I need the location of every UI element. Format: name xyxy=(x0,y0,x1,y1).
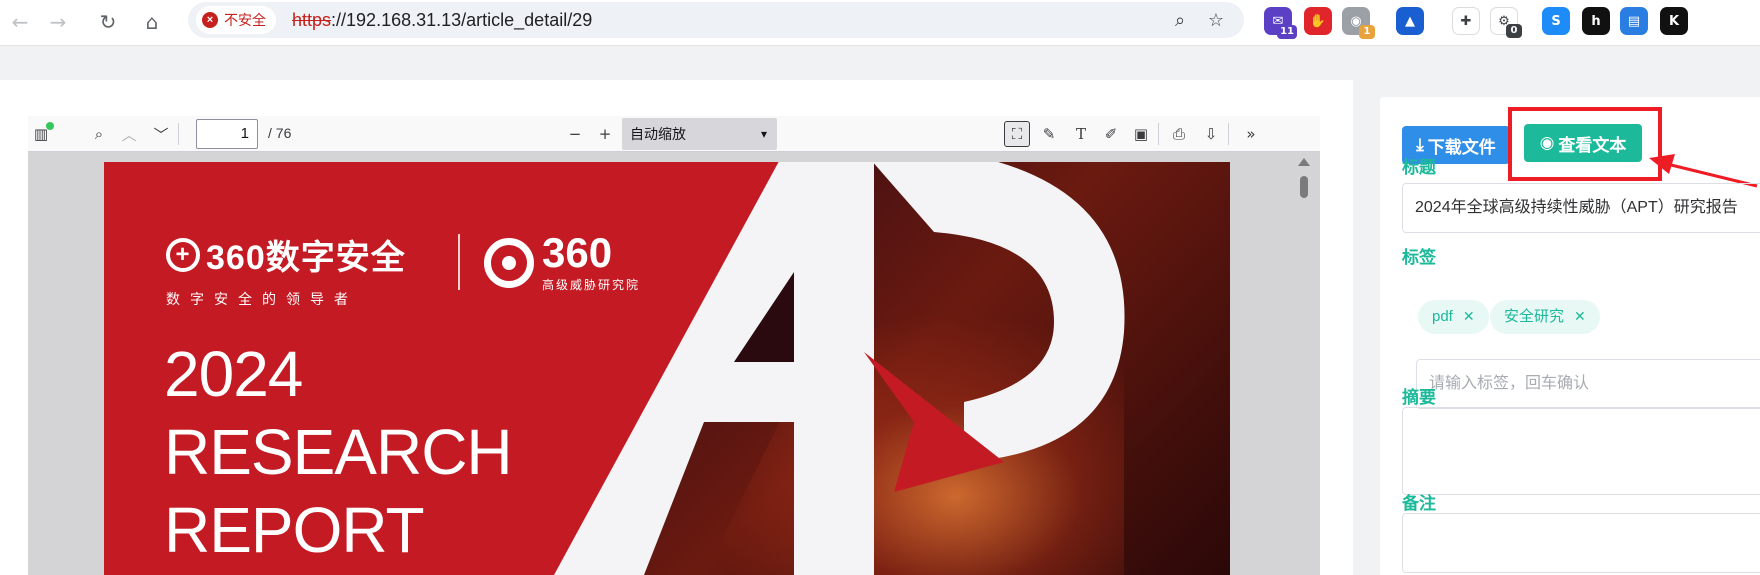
extension-k-icon[interactable]: K xyxy=(1660,7,1688,35)
notes-label: 备注 xyxy=(1402,494,1436,513)
more-tools-icon[interactable]: » xyxy=(1238,121,1264,147)
download-icon: ⤓ xyxy=(1416,135,1424,155)
toolbar-divider xyxy=(178,123,179,145)
lab-name: 高级威胁研究院 xyxy=(542,278,641,292)
annotation-highlight-box xyxy=(1508,107,1662,181)
pdf-scrollbar[interactable] xyxy=(1296,156,1312,575)
chevron-down-icon: ▾ xyxy=(760,127,767,141)
extension-h-icon[interactable]: h xyxy=(1582,7,1610,35)
print-icon[interactable]: ⎙ xyxy=(1166,121,1192,147)
pdf-toolbar: ▥ ⌕ ︿ ﹀ 1 / 76 − + 自动缩放 ▾ ⛶ ✎ T ✐ ▣ ⎙ ⇩ » xyxy=(28,116,1320,152)
save-icon[interactable]: ⇩ xyxy=(1198,121,1224,147)
brand-main: 360数字安全 xyxy=(206,239,406,277)
security-label: 不安全 xyxy=(224,12,266,28)
lab-ring-icon xyxy=(484,237,534,288)
extension-badge: 11 xyxy=(1277,25,1297,39)
notes-textarea[interactable] xyxy=(1402,513,1760,573)
extension-badge: 0 xyxy=(1506,24,1522,38)
cover-line-research: RESEARCH xyxy=(164,416,513,488)
zoom-select-value: 自动缩放 xyxy=(630,126,686,142)
forward-icon[interactable]: → xyxy=(40,4,76,40)
title-input[interactable]: 2024年全球高级持续性威胁（APT）研究报告 xyxy=(1402,183,1760,233)
toolbar-divider xyxy=(1228,123,1229,145)
next-page-icon[interactable]: ﹀ xyxy=(148,121,174,147)
page-total: / 76 xyxy=(268,125,292,141)
plus-circle-icon: + xyxy=(166,237,200,272)
browser-toolbar: ← → ↻ ⌂ × 不安全 https://192.168.31.13/arti… xyxy=(0,0,1760,46)
extension-chrome-icon[interactable]: ◉ 1 xyxy=(1342,7,1375,39)
zoom-out-icon[interactable]: − xyxy=(562,121,588,147)
zoom-in-icon[interactable]: + xyxy=(592,121,618,147)
home-icon[interactable]: ⌂ xyxy=(134,4,170,40)
tag-chip: 安全研究 ✕ xyxy=(1490,300,1600,334)
download-file-label: 下载文件 xyxy=(1427,137,1496,157)
tag-chip: pdf ✕ xyxy=(1418,300,1489,334)
cover-year: 2024 xyxy=(164,338,303,410)
zoom-icon[interactable]: ⌕ xyxy=(1168,8,1192,32)
close-icon[interactable]: ✕ xyxy=(1574,300,1586,334)
extension-blue-icon[interactable]: ▲ xyxy=(1396,7,1424,35)
extension-green-icon[interactable]: ✚ xyxy=(1452,7,1480,35)
title-label: 标题 xyxy=(1402,158,1436,177)
url-scheme: https xyxy=(292,10,332,30)
scroll-thumb[interactable] xyxy=(1300,176,1308,198)
extension-bug-icon[interactable]: ⚙ 0 xyxy=(1490,7,1522,38)
pdf-page: +360数字安全 数字安全的领导者 360 高级威胁研究院 2024 RESEA… xyxy=(104,162,1230,575)
apt-art-graphic xyxy=(554,162,1125,575)
page-number-input[interactable]: 1 xyxy=(196,119,258,149)
tags-label: 标签 xyxy=(1402,248,1436,267)
extension-mail-icon[interactable]: ✉ 11 xyxy=(1264,7,1297,39)
brand-divider xyxy=(458,234,460,290)
address-bar[interactable]: × 不安全 https://192.168.31.13/article_deta… xyxy=(188,2,1244,38)
toolbar-divider xyxy=(1158,123,1159,145)
zoom-select[interactable]: 自动缩放 ▾ xyxy=(622,118,777,150)
security-chip[interactable]: × 不安全 xyxy=(196,6,276,34)
draw-icon[interactable]: ✐ xyxy=(1098,121,1124,147)
summary-label: 摘要 xyxy=(1402,388,1436,407)
extension-doc-icon[interactable]: ▤ xyxy=(1620,7,1648,35)
cover-line-report: REPORT xyxy=(164,494,425,566)
url-path: ://192.168.31.13/article_detail/29 xyxy=(331,10,593,30)
tag-input[interactable]: 请输入标签，回车确认 xyxy=(1416,359,1760,409)
brand-slogan: 数字安全的领导者 xyxy=(166,291,358,307)
previous-page-icon[interactable]: ︿ xyxy=(116,121,142,147)
image-icon[interactable]: ▣ xyxy=(1128,121,1154,147)
bookmark-star-icon[interactable]: ☆ xyxy=(1204,8,1228,32)
brand-lab-logo: 360 高级威胁研究院 xyxy=(484,232,640,293)
scroll-up-arrow-icon[interactable] xyxy=(1298,158,1310,166)
lab-number: 360 xyxy=(542,229,613,276)
warning-icon: × xyxy=(202,12,218,28)
back-icon[interactable]: ← xyxy=(2,4,38,40)
close-icon[interactable]: ✕ xyxy=(1463,300,1475,334)
pdf-viewer: ▥ ⌕ ︿ ﹀ 1 / 76 − + 自动缩放 ▾ ⛶ ✎ T ✐ ▣ ⎙ ⇩ »… xyxy=(28,116,1320,575)
reload-icon[interactable]: ↻ xyxy=(90,4,126,40)
cursor-select-icon[interactable]: ⛶ xyxy=(1004,121,1030,147)
brand-360-logo: +360数字安全 数字安全的领导者 xyxy=(166,230,406,309)
extension-badge: 1 xyxy=(1359,25,1375,39)
text-tool-icon[interactable]: T xyxy=(1068,121,1094,147)
search-icon[interactable]: ⌕ xyxy=(86,121,112,147)
highlight-icon[interactable]: ✎ xyxy=(1036,121,1062,147)
tag-label: 安全研究 xyxy=(1504,308,1565,325)
tag-label: pdf xyxy=(1432,308,1453,325)
extension-s-icon[interactable]: S xyxy=(1542,7,1570,35)
url-text[interactable]: https://192.168.31.13/article_detail/29 xyxy=(292,10,592,31)
article-detail-panel: ⤓ 下载文件 ◉ 查看文本 标题 2024年全球高级持续性威胁（APT）研究报告… xyxy=(1380,97,1760,575)
notification-dot xyxy=(46,122,54,130)
extension-red-icon[interactable]: ✋ xyxy=(1304,7,1332,35)
summary-textarea[interactable] xyxy=(1402,407,1760,495)
